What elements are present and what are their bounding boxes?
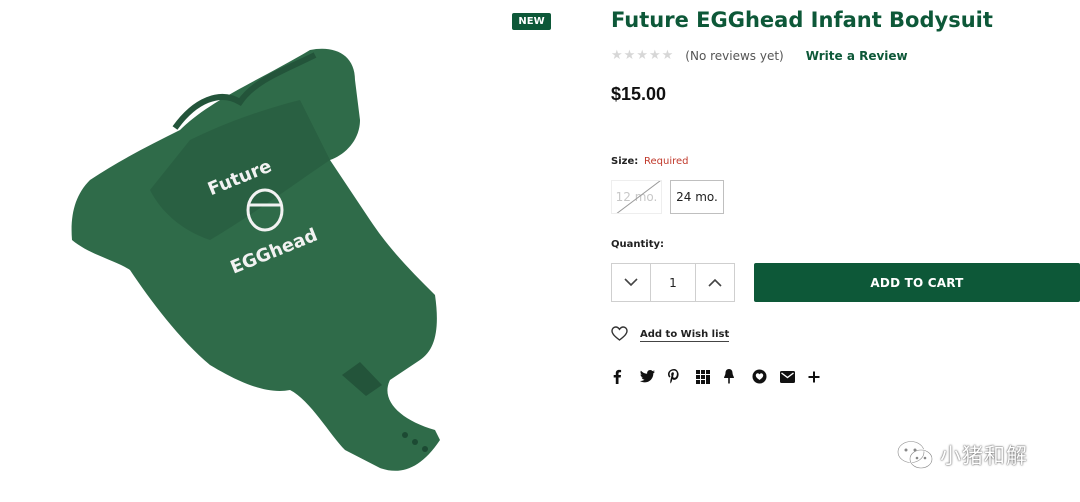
quantity-decrease-button[interactable] xyxy=(612,264,650,301)
chevron-up-icon xyxy=(708,278,722,287)
snap-1 xyxy=(402,432,408,438)
size-option-24mo[interactable]: 24 mo. xyxy=(670,180,724,214)
star-icon: ★ xyxy=(636,48,648,63)
snap-2 xyxy=(412,439,418,445)
star-icon: ★ xyxy=(611,48,623,63)
add-to-wishlist-button[interactable]: Add to Wish list xyxy=(611,325,730,342)
quantity-increase-button[interactable] xyxy=(696,264,734,301)
wechat-icon xyxy=(897,440,933,469)
plus-icon[interactable] xyxy=(808,368,836,385)
wishlist-label: Add to Wish list xyxy=(640,329,730,342)
rating-row: ★ ★ ★ ★ ★ (No reviews yet) Write a Revie… xyxy=(611,48,908,64)
share-icons xyxy=(612,368,836,385)
watermark-text: 小猪和解 xyxy=(940,444,1028,468)
snap-3 xyxy=(422,446,428,452)
star-icon: ★ xyxy=(661,48,674,63)
heart-icon xyxy=(611,326,628,341)
rating-stars: ★ ★ ★ ★ ★ xyxy=(611,49,673,63)
email-icon[interactable] xyxy=(780,368,808,385)
pinterest-icon[interactable] xyxy=(668,368,696,385)
quantity-input[interactable]: 1 xyxy=(650,264,696,301)
write-review-link[interactable]: Write a Review xyxy=(806,49,908,63)
product-image-pane: Future EGGhead xyxy=(0,0,560,502)
grid-icon[interactable] xyxy=(696,368,724,385)
facebook-icon[interactable] xyxy=(612,368,640,385)
product-title: Future EGGhead Infant Bodysuit xyxy=(611,8,993,32)
size-option-12mo[interactable]: 12 mo. xyxy=(611,180,662,214)
chat-icon[interactable] xyxy=(752,368,780,385)
star-icon: ★ xyxy=(623,48,636,63)
quantity-stepper: 1 xyxy=(611,263,735,302)
star-icon: ★ xyxy=(648,48,661,63)
add-to-cart-button[interactable]: ADD TO CART xyxy=(754,263,1080,302)
size-label: Size: xyxy=(611,156,639,167)
watermark: 小猪和解 xyxy=(896,439,1028,471)
size-required-indicator: Required xyxy=(644,156,689,167)
product-image[interactable]: Future EGGhead xyxy=(60,40,460,480)
pin-icon[interactable] xyxy=(724,368,752,385)
quantity-label: Quantity: xyxy=(611,239,664,250)
reviews-count: (No reviews yet) xyxy=(685,49,784,63)
product-price: $15.00 xyxy=(611,84,667,104)
twitter-icon[interactable] xyxy=(640,368,668,385)
chevron-down-icon xyxy=(624,278,638,287)
new-badge: NEW xyxy=(512,13,551,30)
